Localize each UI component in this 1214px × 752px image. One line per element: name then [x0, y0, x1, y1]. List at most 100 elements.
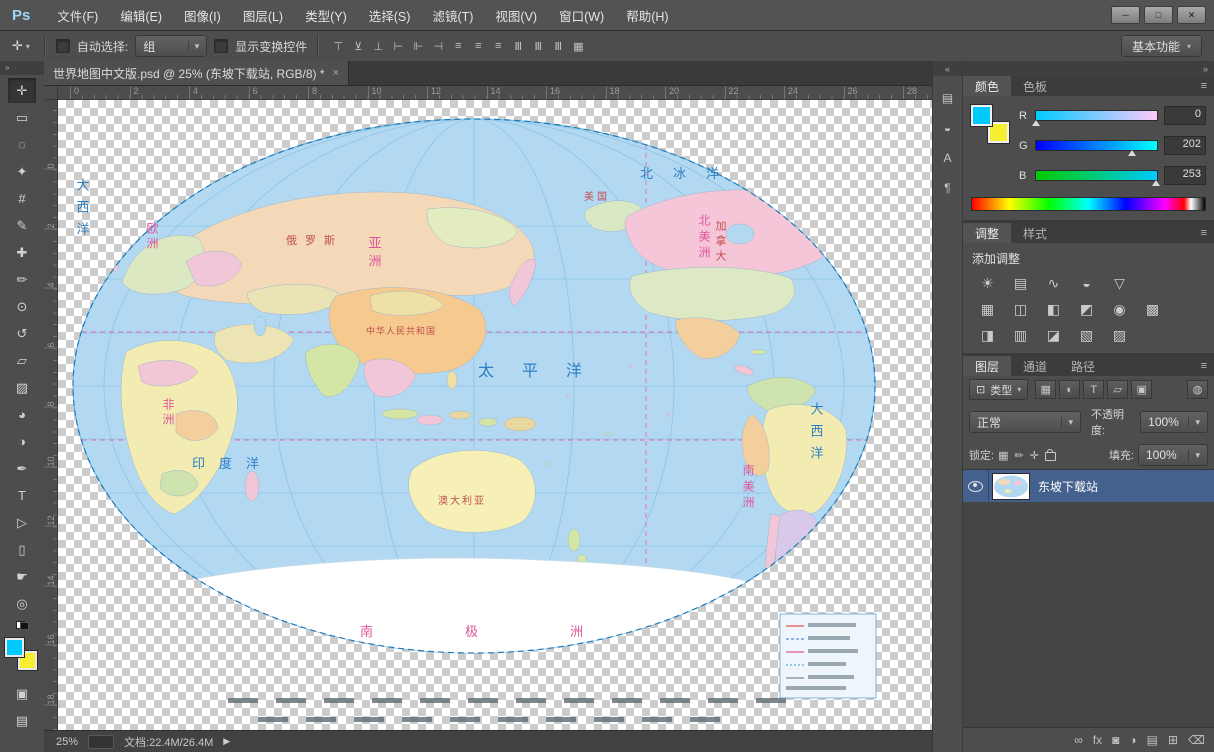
lock-all-icon[interactable] [1044, 449, 1056, 461]
layer-row[interactable]: 东坡下载站 [963, 470, 1214, 502]
auto-select-group-dropdown[interactable]: 组 ▾ [135, 35, 208, 57]
levels-icon[interactable]: ▤ [1008, 273, 1033, 293]
blur-tool[interactable]: ◕ [8, 402, 36, 427]
channel-value[interactable]: 253 [1164, 166, 1206, 185]
canvas[interactable]: 北冰洋 太平洋 大西洋 大西洋 印度洋 俄罗斯 中华人民共和国 美国 加拿大 澳… [58, 100, 932, 730]
brightness-contrast-icon[interactable]: ☀ [975, 273, 1000, 293]
channel-mixer-icon[interactable]: ◉ [1107, 299, 1132, 319]
fill-dropdown[interactable]: 100% ▾ [1138, 444, 1208, 466]
menu-item[interactable]: 选择(S) [358, 0, 422, 30]
close-button[interactable]: ✕ [1177, 6, 1206, 24]
invert-icon[interactable]: ◨ [975, 325, 1000, 345]
panel-menu-icon[interactable]: ≡ [1194, 356, 1214, 376]
layer-visibility-toggle[interactable] [963, 470, 989, 502]
crop-tool[interactable]: # [8, 186, 36, 211]
color-spectrum-bar[interactable] [971, 197, 1206, 211]
spot-healing-brush-tool[interactable]: ✚ [8, 240, 36, 265]
exposure-icon[interactable]: ◒ [1074, 273, 1099, 293]
lasso-tool[interactable]: ◌ [8, 132, 36, 157]
tool-preset-picker[interactable]: ✛ ▾ [8, 38, 34, 54]
align-right-edges-icon[interactable]: ⊣ [429, 38, 447, 54]
threshold-icon[interactable]: ◪ [1041, 325, 1066, 345]
align-vertical-centers-icon[interactable]: ⊻ [349, 38, 367, 54]
align-top-edges-icon[interactable]: ⊤ [329, 38, 347, 54]
zoom-level[interactable]: 25% [56, 736, 78, 748]
menu-item[interactable]: 滤镜(T) [421, 0, 484, 30]
distribute-vertical-centers-icon[interactable]: ≡ [469, 38, 487, 54]
foreground-color-swatch[interactable] [971, 105, 992, 126]
panel-tab[interactable]: 路径 [1059, 356, 1107, 376]
ruler-corner[interactable] [44, 86, 58, 100]
auto-select-checkbox[interactable] [55, 39, 70, 53]
panel-tab[interactable]: 样式 [1011, 223, 1059, 243]
menu-item[interactable]: 编辑(E) [109, 0, 173, 30]
menu-item[interactable]: 图像(I) [173, 0, 232, 30]
lock-transparency-icon[interactable]: ▦ [998, 449, 1008, 462]
type-tool[interactable]: T [8, 483, 36, 508]
menu-item[interactable]: 窗口(W) [548, 0, 615, 30]
new-group-icon[interactable]: ▤ [1147, 733, 1158, 747]
info-panel-icon[interactable]: ◒ [936, 118, 960, 138]
menu-item[interactable]: 类型(Y) [294, 0, 358, 30]
move-tool[interactable]: ✛ [8, 78, 36, 103]
eyedropper-tool[interactable]: ✎ [8, 213, 36, 238]
status-expand-icon[interactable]: ▶ [223, 736, 230, 747]
show-transform-checkbox[interactable] [214, 39, 229, 53]
quick-selection-tool[interactable]: ✦ [8, 159, 36, 184]
type-layer-filter-icon[interactable]: T [1083, 380, 1105, 399]
black-white-icon[interactable]: ◧ [1041, 299, 1066, 319]
slider-thumb[interactable] [1032, 120, 1040, 126]
panel-tab[interactable]: 通道 [1011, 356, 1059, 376]
distribute-horizontal-centers-icon[interactable]: Ⅲ [529, 38, 547, 54]
color-lookup-icon[interactable]: ▩ [1140, 299, 1165, 319]
adjustment-layer-filter-icon[interactable]: ◐ [1059, 380, 1081, 399]
vertical-ruler[interactable]: 02468101214161820 [44, 100, 58, 730]
panel-collapse-icon[interactable]: » [1203, 64, 1208, 74]
horizontal-ruler[interactable]: 0 2 4 6 8 10 12 14 16 18 20 22 24 26 28 [58, 86, 932, 100]
hand-tool[interactable]: ☛ [8, 564, 36, 589]
auto-align-layers-icon[interactable]: ▦ [569, 38, 587, 54]
align-horizontal-centers-icon[interactable]: ⊩ [409, 38, 427, 54]
link-layers-icon[interactable]: ∞ [1074, 733, 1083, 747]
color-balance-icon[interactable]: ◫ [1008, 299, 1033, 319]
align-left-edges-icon[interactable]: ⊢ [389, 38, 407, 54]
align-bottom-edges-icon[interactable]: ⊥ [369, 38, 387, 54]
layer-style-icon[interactable]: fx [1093, 733, 1102, 747]
gradient-map-icon[interactable]: ▧ [1074, 325, 1099, 345]
channel-slider[interactable] [1035, 140, 1158, 156]
panel-menu-icon[interactable]: ≡ [1194, 76, 1214, 96]
photo-filter-icon[interactable]: ◩ [1074, 299, 1099, 319]
channel-value[interactable]: 202 [1164, 136, 1206, 155]
character-panel-icon[interactable]: A [936, 148, 960, 168]
pen-tool[interactable]: ✒ [8, 456, 36, 481]
selective-color-icon[interactable]: ▨ [1107, 325, 1132, 345]
path-selection-tool[interactable]: ▷ [8, 510, 36, 535]
panel-tab[interactable]: 调整 [963, 223, 1012, 243]
layer-thumbnail[interactable] [989, 471, 1033, 502]
menu-item[interactable]: 视图(V) [484, 0, 548, 30]
close-tab-icon[interactable]: × [333, 67, 339, 79]
lock-pixels-icon[interactable]: ✏ [1014, 449, 1023, 462]
slider-thumb[interactable] [1127, 150, 1136, 156]
opacity-dropdown[interactable]: 100% ▾ [1140, 411, 1208, 433]
workspace-switcher[interactable]: 基本功能 ▾ [1120, 35, 1202, 57]
screen-mode-icon[interactable]: ▤ [8, 708, 36, 733]
blend-mode-dropdown[interactable]: 正常 ▾ [969, 411, 1081, 433]
new-layer-icon[interactable]: ⊞ [1168, 733, 1178, 747]
zoom-tool[interactable]: ◎ [8, 591, 36, 616]
posterize-icon[interactable]: ▥ [1008, 325, 1033, 345]
maximize-button[interactable]: □ [1144, 6, 1173, 24]
menu-item[interactable]: 帮助(H) [615, 0, 679, 30]
default-colors-icon[interactable] [15, 621, 29, 630]
quick-mask-mode-icon[interactable]: ▣ [8, 681, 36, 706]
smart-object-filter-icon[interactable]: ▣ [1131, 380, 1153, 399]
lock-position-icon[interactable]: ✛ [1030, 449, 1039, 462]
distribute-right-edges-icon[interactable]: Ⅲ [549, 38, 567, 54]
status-widget[interactable] [88, 734, 115, 749]
panel-tab[interactable]: 色板 [1011, 76, 1059, 96]
paragraph-panel-icon[interactable]: ¶ [936, 178, 960, 198]
brush-tool[interactable]: ✏ [8, 267, 36, 292]
curves-icon[interactable]: ∿ [1041, 273, 1066, 293]
layer-name[interactable]: 东坡下载站 [1033, 478, 1098, 495]
pixel-layer-filter-icon[interactable]: ▦ [1035, 380, 1057, 399]
